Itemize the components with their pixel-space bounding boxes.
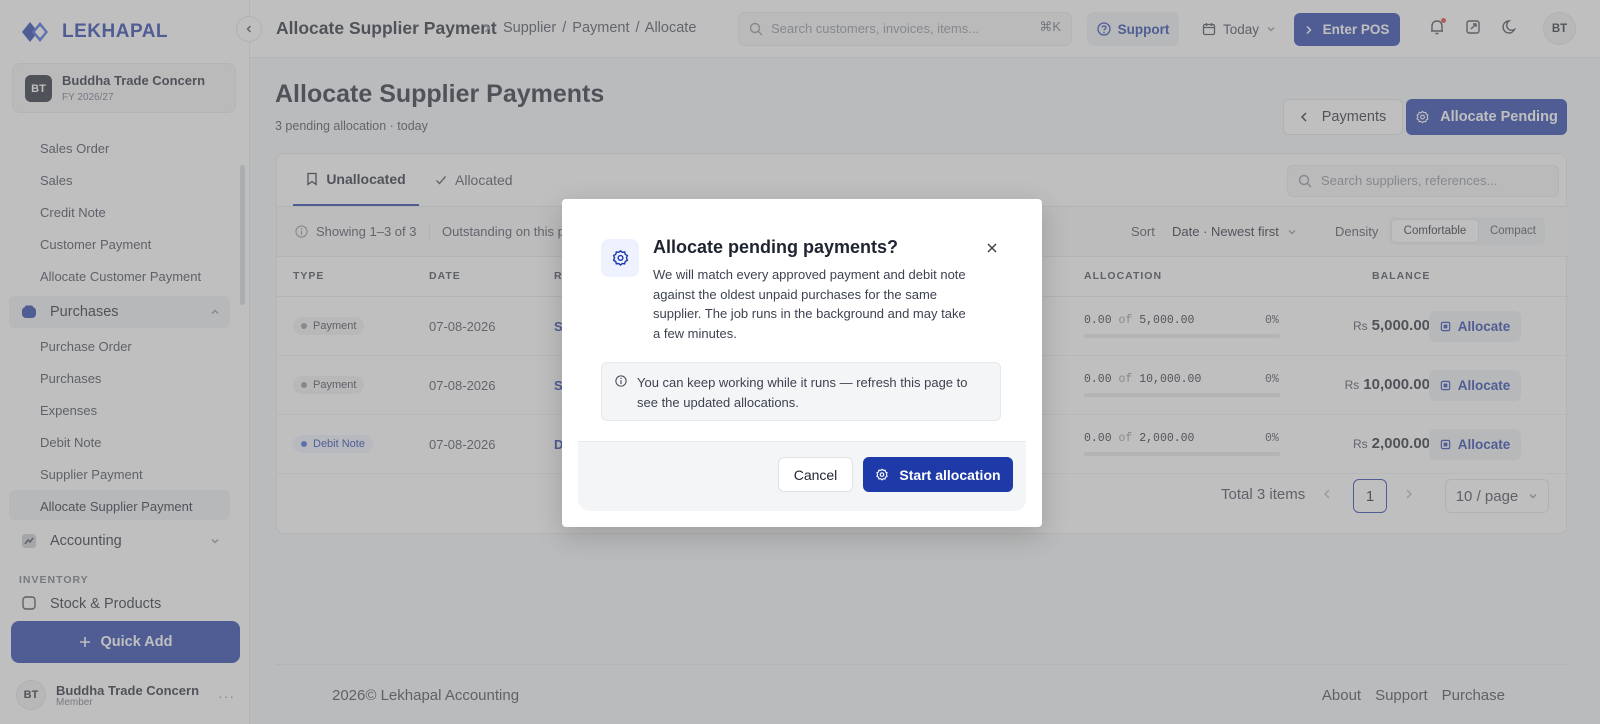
dialog-icon [601,239,639,277]
dialog-title: Allocate pending payments? [653,237,899,257]
gear-icon [612,249,628,266]
dialog-note: You can keep working while it runs — ref… [601,362,1001,421]
dialog-note-text: You can keep working while it runs — ref… [637,375,968,410]
dialog-body: We will match every approved payment and… [653,267,966,341]
allocate-confirm-dialog: Allocate pending payments? We will match… [562,199,1042,527]
gear-icon [875,468,889,482]
cancel-button[interactable]: Cancel [778,457,853,492]
close-icon[interactable] [986,242,998,254]
start-allocation-label: Start allocation [899,466,1001,483]
start-allocation-button[interactable]: Start allocation [863,457,1013,492]
info-icon [615,375,627,387]
dialog-footer: Cancel Start allocation [578,441,1026,511]
